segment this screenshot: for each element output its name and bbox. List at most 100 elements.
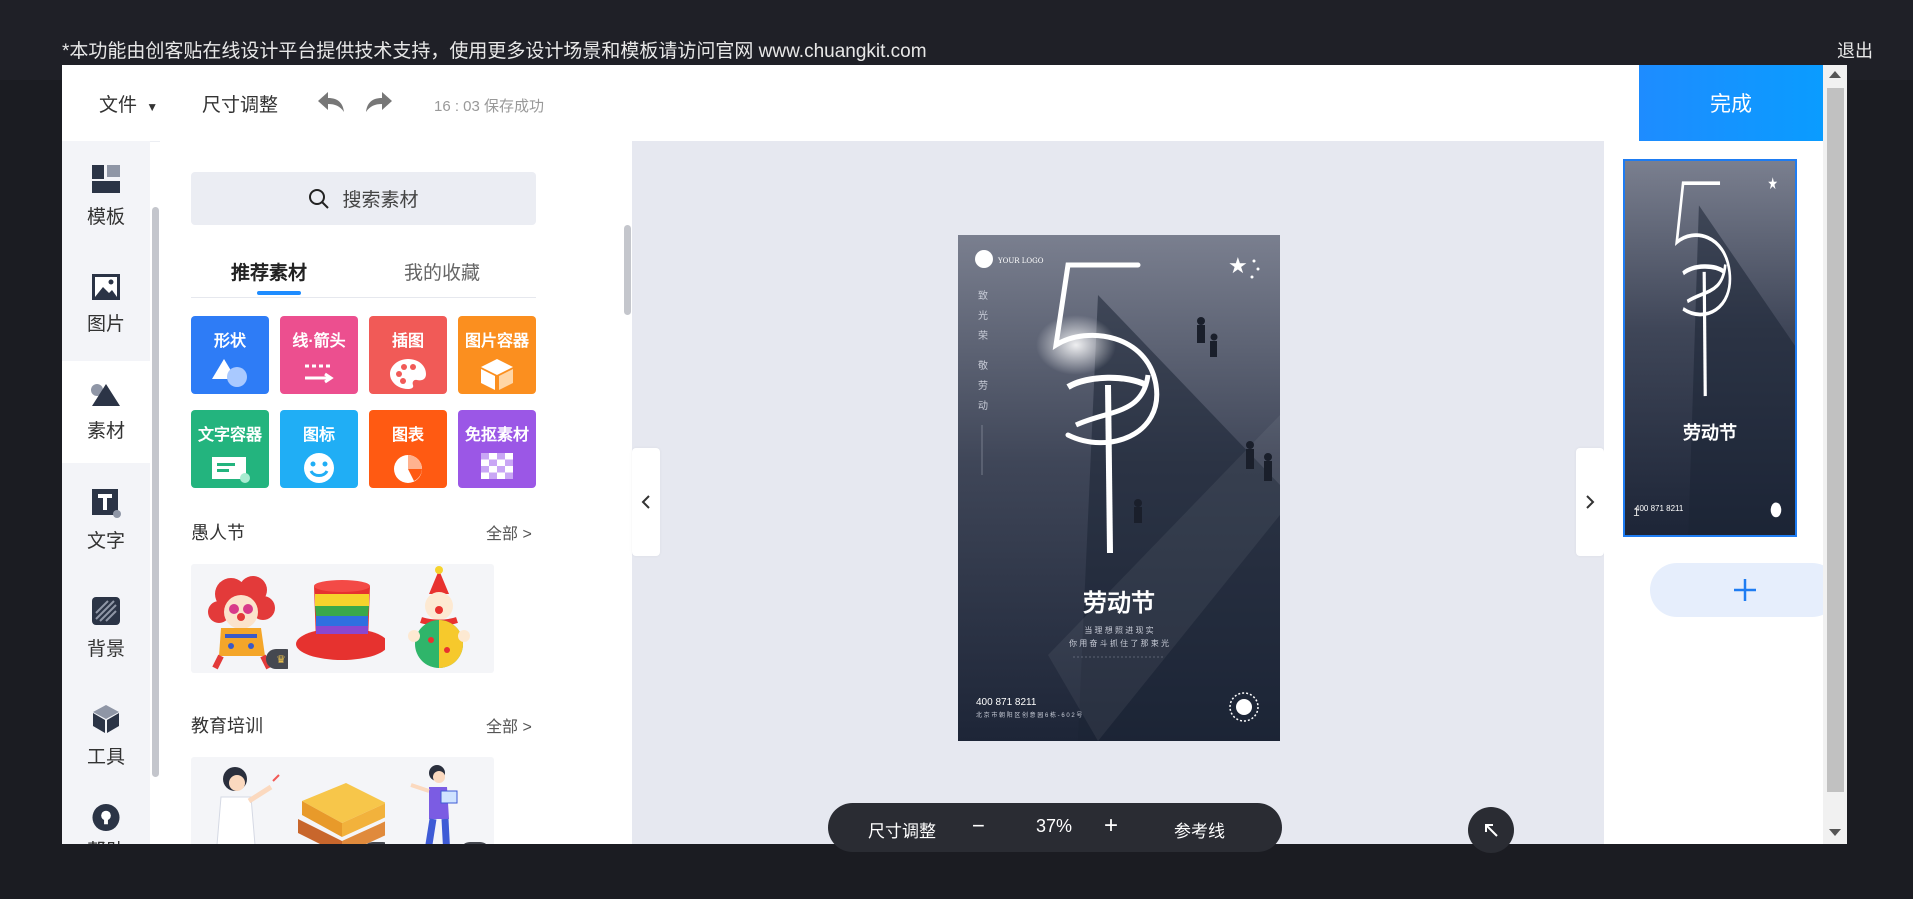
category-illustration[interactable]: 插图	[369, 316, 447, 394]
category-chart[interactable]: 图表	[369, 410, 447, 488]
editor-modal: 文件 ▼ 尺寸调整 16 : 03 保存成功 完成 模板 图片 素材 文字 背景…	[62, 65, 1847, 844]
zoom-out-button[interactable]: −	[972, 813, 985, 839]
collapse-left-panel-button[interactable]	[632, 448, 660, 556]
design-canvas: YOUR LOGO ★ 致 光 荣 敬 劳 动 劳动节 当 理 想 照 进 现 …	[632, 141, 1604, 844]
poster-vertical-char: 劳	[978, 379, 988, 392]
poster-logo: YOUR LOGO	[997, 257, 1044, 265]
box-icon	[481, 359, 513, 390]
undo-icon[interactable]	[316, 89, 346, 115]
section-view-all[interactable]: 全部 >	[486, 713, 532, 737]
page-thumbnail-text: 劳动节 400 871 8211	[1635, 422, 1737, 513]
poster-subtitle-1: 当 理 想 照 进 现 实	[1084, 625, 1153, 635]
redo-icon[interactable]	[364, 89, 394, 115]
category-label: 插图	[391, 333, 424, 350]
tab-recommended[interactable]: 推荐素材	[231, 258, 307, 285]
category-label: 文字容器	[197, 427, 262, 444]
plus-icon	[1733, 579, 1756, 601]
poster-subtitle-2: 你 用 奋 斗 抓 住 了 那 束 光	[1069, 638, 1169, 648]
poster-phone: 400 871 8211	[976, 697, 1037, 708]
zoom-in-button[interactable]: +	[1104, 812, 1118, 840]
background-icon	[92, 596, 120, 625]
sidebar-item-help[interactable]: 帮助	[62, 793, 150, 844]
file-menu[interactable]: 文件 ▼	[99, 90, 158, 117]
textbox-icon	[212, 457, 250, 483]
star-icon: ★	[1228, 253, 1248, 278]
material-panel: 搜索素材 推荐素材 我的收藏 形状 线·箭头 插图 图片容器 文字容器 图标 图…	[160, 141, 632, 844]
section-view-all[interactable]: 全部 >	[486, 520, 532, 544]
guides-button[interactable]: 参考线	[1174, 817, 1225, 842]
category-label: 图标	[302, 427, 335, 444]
category-label: 图表	[391, 427, 424, 444]
scroll-thumb[interactable]	[1827, 88, 1844, 792]
sidebar-item-label: 模板	[86, 206, 125, 228]
add-page-button[interactable]	[1650, 563, 1839, 617]
arrow-up-left-icon	[1485, 824, 1498, 837]
section-title-education: 教育培训	[191, 716, 263, 736]
material-thumb-student[interactable]: ♛	[385, 757, 494, 844]
category-cutout[interactable]: 免抠素材	[458, 410, 536, 488]
shape-icon	[212, 359, 247, 387]
done-button[interactable]: 完成	[1639, 65, 1823, 141]
collapse-corner-button[interactable]	[1468, 807, 1514, 853]
sidebar-scrollbar[interactable]	[152, 141, 160, 777]
sidebar-item-template[interactable]: 模板	[62, 145, 150, 247]
sidebar-item-label: 工具	[86, 746, 125, 768]
sidebar-item-label: 文字	[86, 530, 125, 552]
expand-right-panel-button[interactable]	[1576, 448, 1604, 556]
poster-vertical-char: 动	[978, 400, 988, 412]
panel-scrollbar[interactable]	[622, 141, 632, 844]
material-thumb-tumbler[interactable]	[385, 564, 494, 673]
category-label: 图片容器	[464, 333, 529, 350]
category-label: 线·箭头	[292, 333, 346, 350]
template-icon	[92, 164, 120, 193]
poster-title: 劳动节	[1083, 588, 1155, 617]
help-icon	[92, 803, 120, 832]
palette-icon	[390, 359, 426, 389]
material-thumb-hat[interactable]	[288, 564, 397, 673]
exit-button[interactable]: 退出	[1837, 37, 1873, 63]
scroll-up-icon[interactable]	[1829, 71, 1841, 78]
sidebar-item-label: 图片	[86, 313, 125, 335]
category-image-container[interactable]: 图片容器	[458, 316, 536, 394]
category-label: 形状	[213, 333, 246, 350]
tool-icon	[93, 704, 119, 733]
sidebar-item-image[interactable]: 图片	[62, 253, 150, 355]
zoom-toolbar: 尺寸调整 − 37% + 参考线	[828, 803, 1282, 852]
material-thumb-teacher[interactable]	[191, 757, 300, 844]
poster-address: 北 京 市 朝 阳 区 创 意 园 6 栋 - 6 0 2 号	[976, 711, 1082, 719]
category-shape[interactable]: 形状	[191, 316, 269, 394]
sidebar-item-label: 背景	[86, 638, 125, 660]
sidebar-item-tool[interactable]: 工具	[62, 685, 150, 787]
sidebar-item-text[interactable]: 文字	[62, 469, 150, 571]
thumbnail-title: 劳动节	[1683, 422, 1737, 444]
scroll-down-icon[interactable]	[1829, 829, 1841, 836]
tab-divider	[191, 297, 536, 298]
category-icon[interactable]: 图标	[280, 410, 358, 488]
sidebar-item-background[interactable]: 背景	[62, 577, 150, 679]
smiley-icon	[304, 453, 334, 483]
material-search[interactable]: 搜索素材	[191, 172, 536, 225]
tab-favorites[interactable]: 我的收藏	[404, 258, 480, 285]
page-thumbnail[interactable]: ★ 劳动节 400 871 8211 1	[1623, 159, 1797, 537]
tumbler-clown-illustration	[408, 566, 470, 668]
poster-artboard[interactable]: YOUR LOGO ★ 致 光 荣 敬 劳 动 劳动节 当 理 想 照 进 现 …	[958, 235, 1280, 741]
chevron-left-icon	[641, 495, 650, 509]
resize-button[interactable]: 尺寸调整	[202, 90, 278, 117]
editor-toolbar: 文件 ▼ 尺寸调整 16 : 03 保存成功	[62, 65, 1823, 142]
category-text-container[interactable]: 文字容器	[191, 410, 269, 488]
arrow-icon	[305, 364, 334, 384]
page-number: 1	[1633, 505, 1640, 519]
pie-chart-icon	[394, 455, 422, 483]
modal-scrollbar[interactable]	[1823, 65, 1847, 844]
sidebar-item-material[interactable]: 素材	[62, 361, 150, 463]
category-line-arrow[interactable]: 线·箭头	[280, 316, 358, 394]
image-icon	[92, 273, 120, 300]
material-thumb-clown[interactable]: ♛	[191, 564, 300, 673]
poster-vertical-char: 光	[978, 309, 988, 322]
zoom-resize-button[interactable]: 尺寸调整	[868, 817, 936, 842]
material-thumb-books[interactable]: ♛	[288, 757, 397, 844]
search-icon	[309, 188, 330, 209]
sidebar-item-label: 素材	[86, 420, 125, 442]
zoom-value: 37%	[1036, 816, 1073, 836]
student-illustration	[410, 765, 458, 844]
